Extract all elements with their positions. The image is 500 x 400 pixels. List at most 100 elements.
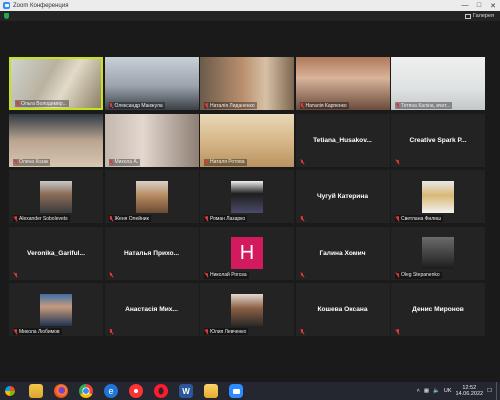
participant-name-label: Тетяна Каліна, вчит... [395, 102, 453, 109]
yandex-icon[interactable] [129, 384, 143, 398]
gallery-view-icon [464, 13, 471, 19]
tray-arrow-icon[interactable]: ˄ [417, 388, 420, 394]
participant-display-name: Галина Хомич [319, 249, 366, 257]
maximize-button[interactable]: □ [472, 0, 486, 11]
participant-display-name: Анастасія Мих... [125, 306, 178, 313]
close-button[interactable]: ✕ [486, 0, 500, 11]
participant-tile[interactable]: Oleg Stepanenko [391, 226, 485, 280]
participant-display-name: Tetiana_Husakov... [313, 136, 372, 144]
participant-tile[interactable]: Галина Хомич [295, 226, 390, 280]
avatar [422, 237, 454, 269]
participant-tile[interactable]: H Николай Рогоза [200, 226, 294, 280]
participant-tile[interactable]: Юлия Левченко [200, 283, 294, 336]
participant-name: Ольга Володимир... [21, 100, 67, 107]
language-indicator[interactable]: UK [444, 388, 452, 394]
participant-name-label: Николай Рогоза [204, 271, 249, 279]
muted-mic-icon [110, 216, 113, 221]
word-icon[interactable]: W [179, 384, 193, 398]
participant-tile[interactable]: Микола Любимов [9, 283, 103, 336]
avatar [231, 180, 263, 213]
clock-date: 14.06.2022 [455, 391, 484, 397]
participant-tile[interactable]: Veronika_Gariful... [9, 226, 103, 280]
zoom-icon [3, 2, 10, 9]
participant-display-name: Кошева Оксана [317, 306, 368, 313]
view-mode-button[interactable]: Галерея [464, 13, 494, 19]
participant-tile[interactable]: Alexander Sobolevets [9, 170, 103, 223]
clock[interactable]: 12:52 14.06.2022 [456, 385, 484, 397]
opera-icon[interactable] [154, 384, 168, 398]
participant-display-name: Creative Spark P... [409, 136, 467, 144]
muted-mic-icon [110, 272, 113, 278]
muted-mic-icon [396, 103, 399, 108]
participant-name-label: Юлия Левченко [204, 328, 249, 335]
participant-name: Олександр Манжула [114, 102, 163, 109]
avatar [135, 180, 168, 213]
participant-tile[interactable]: Тетяна Каліна, вчит... [391, 57, 485, 110]
avatar [40, 293, 72, 326]
participant-tile[interactable]: Чугуй Катерина [295, 170, 390, 223]
chrome-icon[interactable] [79, 384, 93, 398]
notifications-icon[interactable]: ☐ [487, 388, 492, 394]
participant-name-label: Ольга Володимир... [15, 100, 69, 107]
muted-mic-icon [396, 159, 399, 165]
participant-name-label: Олена Козак [13, 158, 51, 166]
muted-mic-icon [301, 272, 304, 278]
firefox-icon[interactable] [54, 384, 68, 398]
muted-mic-icon [110, 103, 113, 108]
windows-taskbar: e W ˄ ▦ 🔈 UK 12:52 14.06.2022 ☐ [0, 382, 500, 400]
participant-name-label: Микола Любимов [13, 328, 62, 335]
show-desktop-button[interactable] [496, 382, 500, 400]
participant-tile[interactable]: Наталія Карпенко [295, 57, 390, 110]
participant-tile[interactable]: Ольга Володимир... [9, 57, 103, 110]
participant-name-label: Женя Олейник [108, 215, 151, 222]
minimize-button[interactable]: — [458, 0, 472, 11]
meeting-top-bar: Галерея [0, 11, 500, 21]
window-title: Zoom Конференция [13, 2, 69, 9]
participant-tile[interactable]: Роман Лазарко [200, 170, 294, 223]
participant-name: Светлана Филиш [401, 215, 441, 222]
participant-tile[interactable]: Денис Миронов [391, 283, 485, 336]
participant-tile[interactable]: Наталія Лиданенко [200, 57, 294, 110]
participant-tile[interactable]: Наталья Прихо... [104, 226, 199, 280]
edge-icon[interactable]: e [104, 384, 118, 398]
avatar [231, 293, 263, 326]
zoom-icon[interactable] [229, 384, 243, 398]
participant-tile[interactable]: Анастасія Мих... [104, 283, 199, 336]
security-shield-icon[interactable] [4, 13, 9, 19]
participant-name-label: Alexander Sobolevets [13, 215, 70, 222]
participant-gallery: Ольга Володимир... Олександр Манжула Натал… [9, 57, 490, 337]
participant-tile[interactable]: Микола А. [104, 113, 199, 167]
participant-tile[interactable]: Tetiana_Husakov... [295, 113, 390, 167]
system-tray: ˄ ▦ 🔈 UK 12:52 14.06.2022 ☐ [417, 385, 492, 397]
window-titlebar: Zoom Конференция — □ ✕ [0, 0, 500, 11]
participant-name: Тетяна Каліна, вчит... [401, 102, 451, 109]
file-explorer-icon[interactable] [29, 384, 43, 398]
participant-tile[interactable]: Олена Козак [9, 113, 103, 167]
muted-mic-icon [14, 159, 17, 165]
volume-icon[interactable]: 🔈 [433, 388, 440, 394]
muted-mic-icon [205, 103, 208, 108]
start-button[interactable] [2, 383, 18, 399]
participant-tile[interactable]: Кошева Оксана [295, 283, 390, 336]
participant-tile[interactable]: Женя Олейник [104, 170, 199, 223]
muted-mic-icon [110, 159, 113, 165]
participant-name-label: Наталія Карпенко [299, 102, 349, 109]
participant-tile[interactable]: Наталя Ротова [200, 113, 294, 167]
participant-tile[interactable]: Светлана Филиш [391, 170, 485, 223]
participant-name: Наталія Лиданенко [210, 102, 255, 109]
avatar [40, 180, 72, 213]
muted-mic-icon [205, 159, 208, 165]
folder-icon[interactable] [204, 384, 218, 398]
view-mode-label: Галерея [472, 13, 494, 19]
participant-display-name: Чугуй Катерина [317, 193, 368, 200]
participant-tile[interactable]: Creative Spark P... [391, 113, 485, 167]
participant-tile[interactable]: Олександр Манжула [104, 57, 199, 110]
participant-name-label: Светлана Филиш [395, 215, 443, 222]
participant-name: Наталія Карпенко [305, 102, 347, 109]
muted-mic-icon [14, 329, 17, 334]
participant-name-label: Наталя Ротова [204, 158, 247, 166]
participant-name: Николай Рогоза [210, 272, 247, 278]
network-icon[interactable]: ▦ [424, 388, 429, 394]
avatar [422, 180, 454, 213]
muted-mic-icon [301, 216, 304, 221]
